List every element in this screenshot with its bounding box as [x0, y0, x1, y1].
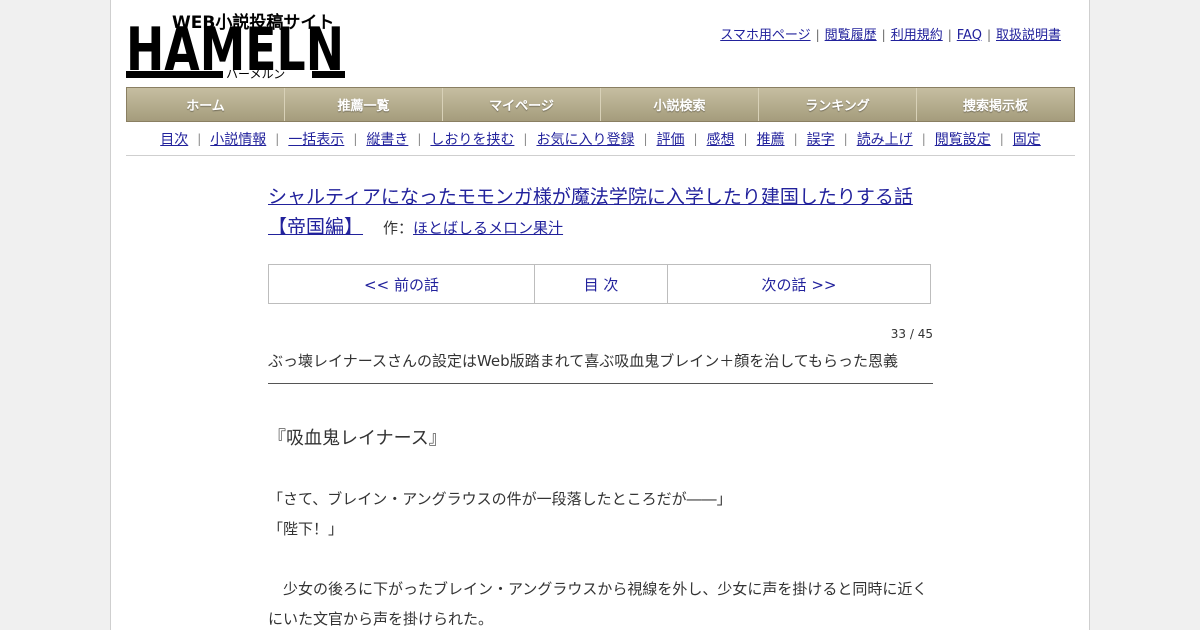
subnav-favorite[interactable]: お気に入り登録	[536, 129, 634, 149]
author-link[interactable]: ほとばしるメロン果汁	[413, 219, 563, 237]
nav-mypage[interactable]: マイページ	[443, 88, 601, 121]
subnav-bookmark[interactable]: しおりを挟む	[430, 129, 514, 149]
episode-body: 『吸血鬼レイナース』 「さて、ブレイン・アングラウスの件が一段落したところだが―…	[268, 424, 933, 630]
faq-link[interactable]: FAQ	[957, 28, 982, 43]
subnav-read-aloud[interactable]: 読み上げ	[857, 129, 913, 149]
logo-kana: ハーメルン	[226, 67, 285, 80]
hameln-logo[interactable]: WEB小説投稿サイト HAMELN ハーメルン	[126, 10, 346, 80]
terms-link[interactable]: 利用規約	[891, 28, 943, 43]
prev-episode-cell: << 前の話	[269, 265, 535, 303]
author-prefix: 作：	[383, 219, 414, 237]
subnav-show-all[interactable]: 一括表示	[288, 129, 344, 149]
episode-nav: << 前の話 目 次 次の話 >>	[268, 264, 931, 304]
toc-cell: 目 次	[535, 265, 668, 303]
next-episode-cell: 次の話 >>	[668, 265, 930, 303]
nav-home[interactable]: ホーム	[127, 88, 285, 121]
nav-recommendations[interactable]: 推薦一覧	[285, 88, 443, 121]
novel-sub-nav: 目次 | 小説情報 | 一括表示 | 縦書き | しおりを挟む | お気に入り登録 | 評価…	[126, 122, 1075, 156]
subnav-novel-info[interactable]: 小説情報	[210, 129, 266, 149]
subnav-pin[interactable]: 固定	[1013, 129, 1041, 149]
novel-title-link[interactable]: シャルティアになったモモンガ様が魔法学院に入学したり建国したりする話【帝国編】	[268, 186, 913, 238]
novel-header: シャルティアになったモモンガ様が魔法学院に入学したり建国したりする話【帝国編】作…	[268, 182, 934, 243]
page-container: WEB小説投稿サイト HAMELN ハーメルン スマホ用ページ | 閲覧履歴 | 利用規…	[110, 0, 1090, 630]
history-link[interactable]: 閲覧履歴	[825, 28, 877, 43]
subnav-view-settings[interactable]: 閲覧設定	[935, 129, 991, 149]
next-episode-link[interactable]: 次の話 >>	[762, 274, 837, 295]
top-links: スマホ用ページ | 閲覧履歴 | 利用規約 | FAQ | 取扱説明書	[720, 28, 1061, 43]
episode-progress: 33 / 45	[890, 327, 933, 341]
toc-link[interactable]: 目 次	[584, 274, 619, 295]
nav-novel-search[interactable]: 小説検索	[601, 88, 759, 121]
author-label: 作：ほとばしるメロン果汁	[383, 219, 563, 237]
body-heading: 『吸血鬼レイナース』	[268, 428, 447, 449]
subnav-reviews[interactable]: 感想	[707, 129, 735, 149]
nav-ranking[interactable]: ランキング	[759, 88, 917, 121]
main-nav: ホーム 推薦一覧 マイページ 小説検索 ランキング 捜索掲示板	[126, 87, 1075, 122]
content: シャルティアになったモモンガ様が魔法学院に入学したり建国したりする話【帝国編】作…	[268, 182, 934, 630]
nav-search-board[interactable]: 捜索掲示板	[917, 88, 1074, 121]
subnav-typo[interactable]: 誤字	[807, 129, 835, 149]
subnav-vertical[interactable]: 縦書き	[366, 129, 408, 149]
body-line: 「さて、ブレイン・アングラウスの件が一段落したところだが――」	[268, 490, 732, 508]
subnav-toc[interactable]: 目次	[160, 129, 188, 149]
smartphone-page-link[interactable]: スマホ用ページ	[720, 28, 810, 43]
episode-subtitle: ぶっ壊レイナースさんの設定はWeb版踏まれて喜ぶ吸血鬼ブレイン＋顔を治してもらっ…	[268, 349, 933, 384]
body-line: 「陛下！」	[268, 520, 344, 538]
subnav-rating[interactable]: 評価	[657, 129, 685, 149]
manual-link[interactable]: 取扱説明書	[996, 28, 1061, 43]
body-line: 少女の後ろに下がったブレイン・アングラウスから視線を外し、少女に声を掛けると同時…	[268, 580, 928, 628]
subnav-recommend[interactable]: 推薦	[757, 129, 785, 149]
prev-episode-link[interactable]: << 前の話	[364, 274, 439, 295]
